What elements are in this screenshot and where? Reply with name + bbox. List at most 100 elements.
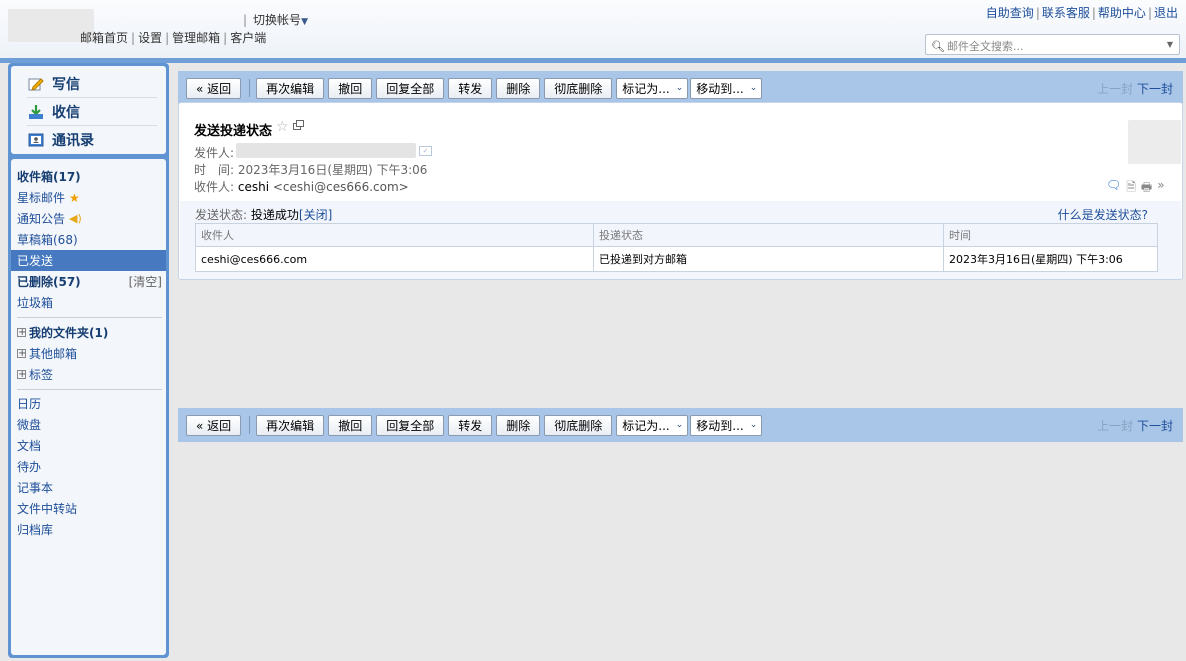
- recipient-row: 收件人: ceshi <ceshi@ces666.com>: [194, 178, 409, 195]
- reedit-button[interactable]: 再次编辑: [256, 414, 325, 436]
- more-chevron-icon[interactable]: »: [1157, 178, 1164, 199]
- chevron-down-icon: ⌄: [749, 420, 758, 430]
- expand-icon[interactable]: +: [17, 328, 26, 338]
- nav-client-link[interactable]: 客户端: [230, 31, 266, 45]
- caret-down-icon: ▼: [301, 17, 308, 27]
- delivery-status-panel: 发送状态: 投递成功[关闭] 什么是发送状态? 收件人 投递状态 时间 cesh…: [180, 201, 1181, 279]
- back-button[interactable]: « 返回: [186, 77, 242, 99]
- move-to-select[interactable]: 移动到... ⌄: [690, 77, 763, 99]
- app-archive[interactable]: 归档库: [11, 519, 166, 540]
- chevron-down-icon: ⌄: [749, 83, 758, 93]
- print-icon[interactable]: 🖶︎: [1141, 178, 1152, 199]
- column-header-time: 时间: [943, 223, 1158, 247]
- main-content: « 返回 再次编辑 撤回 回复全部 转发 删除 彻底删除 标记为... ⌄ 移动到…: [175, 63, 1186, 661]
- folder-other-mailboxes[interactable]: + 其他邮箱: [11, 343, 166, 364]
- self-query-link[interactable]: 自助查询: [986, 6, 1034, 20]
- folder-starred[interactable]: 星标邮件 ★: [11, 187, 166, 208]
- delete-forever-button[interactable]: 彻底删除: [544, 414, 613, 436]
- switch-account-link[interactable]: | 切换帐号▼: [243, 11, 308, 28]
- prev-mail-link[interactable]: 上一封: [1097, 419, 1133, 433]
- reply-all-button[interactable]: 回复全部: [376, 414, 445, 436]
- switch-account-label: 切换帐号: [253, 13, 302, 27]
- mark-as-select[interactable]: 标记为... ⌄: [616, 77, 689, 99]
- folder-notice[interactable]: 通知公告 ◀): [11, 208, 166, 229]
- forward-button[interactable]: 转发: [448, 414, 493, 436]
- time-row: 时 间: 2023年3月16日(星期四) 下午3:06: [194, 161, 427, 178]
- app-weipan[interactable]: 微盘: [11, 414, 166, 435]
- table-header-row: 收件人 投递状态 时间: [195, 223, 1158, 247]
- folder-my-folders[interactable]: + 我的文件夹(1): [11, 322, 166, 343]
- recall-button[interactable]: 撤回: [328, 77, 373, 99]
- sender-name-redacted: [236, 143, 416, 158]
- mail-view: 发送投递状态 ☆ 发件人: ✓ 时 间: 2023年3月16日(星期四) 下午3…: [178, 102, 1183, 280]
- search-placeholder: 邮件全文搜索...: [946, 40, 1024, 53]
- reedit-button[interactable]: 再次编辑: [256, 77, 325, 99]
- folder-trash[interactable]: 垃圾箱: [11, 292, 166, 313]
- star-icon[interactable]: ☆: [276, 119, 289, 135]
- app-calendar[interactable]: 日历: [11, 393, 166, 414]
- speaker-icon: ◀): [69, 212, 82, 225]
- compose-button[interactable]: 写信: [28, 73, 80, 95]
- mail-toolbar-bottom: « 返回 再次编辑 撤回 回复全部 转发 删除 彻底删除 标记为... ⌄ 移动到…: [178, 408, 1183, 442]
- reply-all-button[interactable]: 回复全部: [376, 77, 445, 99]
- table-row: ceshi@ces666.com 已投递到对方邮箱 2023年3月16日(星期四…: [195, 246, 1158, 272]
- pencil-icon: [28, 76, 44, 92]
- mail-tools: 🗨︎ 🗎︎ 🖶︎ »: [1106, 178, 1165, 199]
- header-right-links: 自助查询 | 联系客服 | 帮助中心 | 退出: [985, 6, 1178, 20]
- cell-time: 2023年3月16日(星期四) 下午3:06: [943, 246, 1158, 272]
- help-center-link[interactable]: 帮助中心: [1098, 6, 1146, 20]
- mail-subject: 发送投递状态: [194, 124, 273, 139]
- status-help-link[interactable]: 什么是发送状态?: [1058, 206, 1148, 223]
- back-button[interactable]: « 返回: [186, 414, 242, 436]
- sender-label: 发件人:: [194, 146, 235, 160]
- next-mail-link[interactable]: 下一封: [1137, 419, 1173, 433]
- mail-toolbar-top: « 返回 再次编辑 撤回 回复全部 转发 删除 彻底删除 标记为... ⌄ 移动到…: [178, 71, 1183, 105]
- search-input[interactable]: 🔍︎ 邮件全文搜索... ▼: [925, 34, 1180, 55]
- time-label: 时 间:: [194, 163, 235, 177]
- nav-admin-link[interactable]: 管理邮箱: [172, 31, 220, 45]
- delete-button[interactable]: 删除: [496, 414, 541, 436]
- delete-button[interactable]: 删除: [496, 77, 541, 99]
- receive-button[interactable]: 收信: [28, 101, 80, 123]
- clear-deleted-link[interactable]: [清空]: [129, 273, 162, 290]
- folder-sent[interactable]: 已发送: [11, 250, 166, 271]
- app-file-transfer[interactable]: 文件中转站: [11, 498, 166, 519]
- forward-button[interactable]: 转发: [448, 77, 493, 99]
- delivery-status-line: 发送状态: 投递成功[关闭]: [195, 206, 332, 223]
- new-window-icon[interactable]: [293, 120, 304, 133]
- nav-settings-link[interactable]: 设置: [138, 31, 162, 45]
- translate-icon[interactable]: 🗨︎: [1106, 178, 1121, 199]
- prev-mail-link[interactable]: 上一封: [1097, 82, 1133, 96]
- source-icon[interactable]: 🗎︎: [1126, 178, 1136, 199]
- expand-icon[interactable]: +: [17, 349, 26, 359]
- expand-icon[interactable]: +: [17, 370, 26, 380]
- folder-tags[interactable]: + 标签: [11, 364, 166, 385]
- folder-drafts[interactable]: 草稿箱(68): [11, 229, 166, 250]
- delete-forever-button[interactable]: 彻底删除: [544, 77, 613, 99]
- app-docs[interactable]: 文档: [11, 435, 166, 456]
- recipient-name[interactable]: ceshi: [238, 180, 269, 194]
- folder-inbox[interactable]: 收件箱(17): [11, 166, 166, 187]
- folder-deleted[interactable]: 已删除(57) [清空]: [11, 271, 166, 292]
- chevron-down-icon: ⌄: [675, 420, 684, 430]
- column-header-recipient: 收件人: [195, 223, 594, 247]
- contact-support-link[interactable]: 联系客服: [1042, 6, 1090, 20]
- recall-button[interactable]: 撤回: [328, 414, 373, 436]
- app-todo[interactable]: 待办: [11, 456, 166, 477]
- chevron-down-icon[interactable]: ▼: [1167, 40, 1173, 49]
- close-status-link[interactable]: [关闭]: [299, 208, 332, 222]
- next-mail-link[interactable]: 下一封: [1137, 82, 1173, 96]
- top-header: | 切换帐号▼ 邮箱首页 | 设置 | 管理邮箱 | 客户端 自助查询 | 联系客服 | 帮助中心 | 退…: [0, 0, 1186, 60]
- move-to-select[interactable]: 移动到... ⌄: [690, 414, 763, 436]
- vcard-icon[interactable]: ✓: [419, 146, 432, 156]
- mark-as-select[interactable]: 标记为... ⌄: [616, 414, 689, 436]
- status-label: 发送状态:: [195, 208, 248, 222]
- chevron-down-icon: ⌄: [675, 83, 684, 93]
- logout-link[interactable]: 退出: [1154, 6, 1178, 20]
- pager: 上一封 下一封: [1097, 417, 1173, 434]
- app-notes[interactable]: 记事本: [11, 477, 166, 498]
- contacts-button[interactable]: 通讯录: [28, 129, 94, 151]
- address-book-icon: [28, 132, 44, 148]
- recipient-label: 收件人:: [194, 180, 235, 194]
- nav-home-link[interactable]: 邮箱首页: [80, 31, 128, 45]
